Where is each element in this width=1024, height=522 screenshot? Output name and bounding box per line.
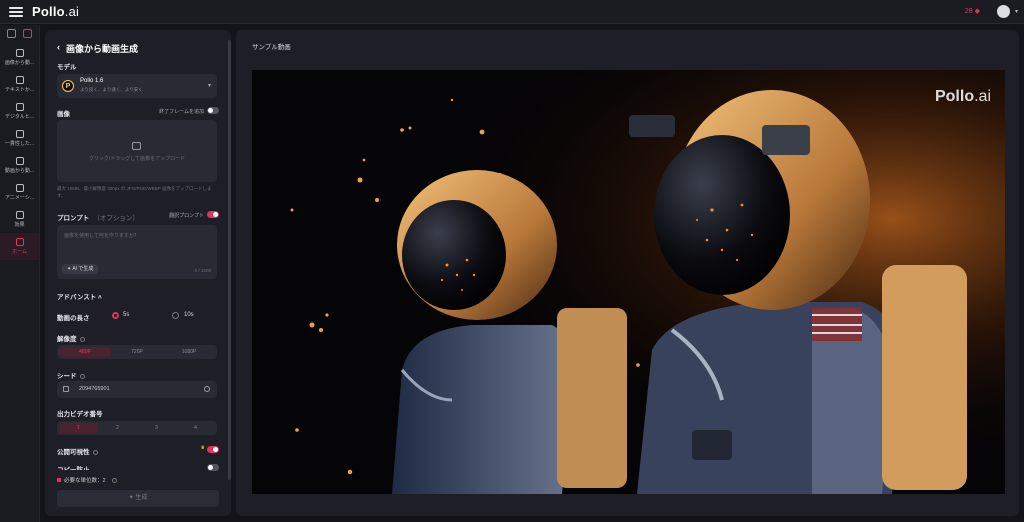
animation-icon [15,184,24,192]
prompt-input[interactable]: 画像を使用して何を作りますか？ ✦ AI で生成 0 / 1500 [57,225,217,279]
duration-label: 動画の長さ [57,315,90,322]
upload-icon [132,142,141,150]
image-label: 画像 [57,111,70,118]
watermark: Pollo.ai [934,88,991,105]
model-description: より良く、より速く、より安く [80,87,143,92]
image-mode-icon[interactable] [7,29,17,38]
resolution-480p[interactable]: 480P [59,347,111,357]
image-to-video-icon [15,49,24,57]
duration-5s-radio[interactable] [112,312,119,319]
model-label: モデル [57,64,77,71]
rail-item-consistent[interactable]: 一貫性した... [0,125,39,152]
chevron-down-icon: ▾ [207,83,211,89]
upload-hint: 最大 10MB、最小解像度 300px の JPG/PNG/WEBP 画像をアッ… [57,186,212,198]
panel-title: ‹ 画像から動画生成 [57,42,139,55]
output-count-2[interactable]: 2 [98,423,137,433]
panel-scrollbar[interactable] [228,40,231,480]
gem-icon: ◆ [974,8,980,15]
model-logo-icon: P [62,80,74,92]
resolution-label: 解像度 [57,333,85,343]
copy-protect-toggle[interactable] [207,464,219,471]
credit-icon [57,478,61,482]
consistent-character-icon [15,130,24,138]
back-arrow-icon[interactable]: ‹ [57,42,60,55]
chevron-down-icon[interactable]: ▾ [1015,8,1018,15]
seed-value: 2094765901 [79,386,110,392]
prompt-placeholder: 画像を使用して何を作りますか？ [64,233,139,239]
avatar[interactable] [997,5,1010,18]
rail-item-effects[interactable]: 効果 [0,206,39,233]
credits-badge[interactable]: 28 ◆ [964,7,980,16]
prompt-enhance-label: 翻訳プロンプト [169,213,204,219]
output-count-3[interactable]: 3 [137,423,176,433]
rail-item-text-to-video[interactable]: テキストか... [0,71,39,98]
visibility-label: 公開可視性 [57,446,98,456]
duration-10s-label[interactable]: 10s [184,312,194,318]
end-frame-label: 終了フレームを追加 [159,109,204,115]
info-icon [79,336,85,342]
ai-generate-button[interactable]: ✦ AI で生成 [62,264,99,274]
model-name: Pollo 1.6 [80,78,104,84]
rail-mode-switch [0,25,39,44]
rail-item-image-to-video[interactable]: 画像から動... [0,44,39,71]
info-icon [79,373,85,379]
generate-button[interactable]: ✦ 生成 [57,490,219,507]
end-frame-toggle[interactable] [207,107,219,114]
image-upload-area[interactable]: クリック/ドラッグして画像をアップロード [57,120,217,182]
settings-panel: ‹ 画像から動画生成 モデル P Pollo 1.6 より良く、より速く、より安く… [45,30,231,516]
menu-icon[interactable] [9,6,23,17]
lock-icon[interactable] [63,386,69,392]
prompt-counter: 0 / 1500 [194,268,211,273]
app-logo[interactable]: Pollo.ai [32,4,79,19]
prompt-label: プロンプト （オプション） [57,215,139,222]
chevron-up-icon: ˄ [98,294,102,301]
visibility-toggle[interactable] [207,446,219,453]
output-count-1[interactable]: 1 [59,423,98,433]
refresh-icon[interactable] [204,386,210,392]
seed-label: シード [57,370,85,380]
rail-item-digital-human[interactable]: デジタルヒ... [0,98,39,125]
credits-value: 28 [964,7,973,15]
copy-protect-label: コピー防止 [57,464,90,470]
sample-video[interactable]: Pollo.ai [252,70,1005,494]
model-select[interactable]: P Pollo 1.6 より良く、より速く、より安く ▾ [57,74,217,98]
prompt-enhance-toggle[interactable] [207,211,219,218]
info-icon [92,449,98,455]
digital-human-icon [15,103,24,111]
duration-10s-radio[interactable] [172,312,179,319]
info-icon [111,477,117,483]
duration-5s-label[interactable]: 5s [123,312,129,318]
crown-icon: ♛ [200,445,205,451]
output-count-4[interactable]: 4 [176,423,215,433]
resolution-1080p[interactable]: 1080P [163,347,215,357]
top-bar: Pollo.ai 28 ◆ ▾ [0,0,1024,24]
video-to-video-icon [15,157,24,165]
output-count-label: 出力ビデオ番号 [57,411,103,418]
resolution-selector: 480P 720P 1080P [57,345,217,359]
left-rail: 画像から動... テキストか... デジタルヒ... 一貫性した... 動画から… [0,25,40,522]
preview-panel: サンプル動画 Pollo.ai [236,30,1019,516]
resolution-720p[interactable]: 720P [111,347,163,357]
seed-input[interactable]: 2094765901 [57,381,217,398]
rail-item-video-to-video[interactable]: 動画から動... [0,152,39,179]
rail-item-animation[interactable]: アニメーシ... [0,179,39,206]
output-count-selector: 1 2 3 4 [57,421,217,435]
preview-title: サンプル動画 [252,44,291,51]
video-mode-icon[interactable] [22,29,32,38]
advanced-toggle[interactable]: アドバンスト ˄ [57,291,102,301]
upload-text: クリック/ドラッグして画像をアップロード [88,156,186,162]
effects-icon [15,211,24,219]
astronauts-image [252,70,1005,494]
home-icon [15,238,24,246]
required-credits: 必要な単位数：2 [57,476,117,484]
text-to-video-icon [15,76,24,84]
rail-item-home[interactable]: ホーム [0,233,39,260]
